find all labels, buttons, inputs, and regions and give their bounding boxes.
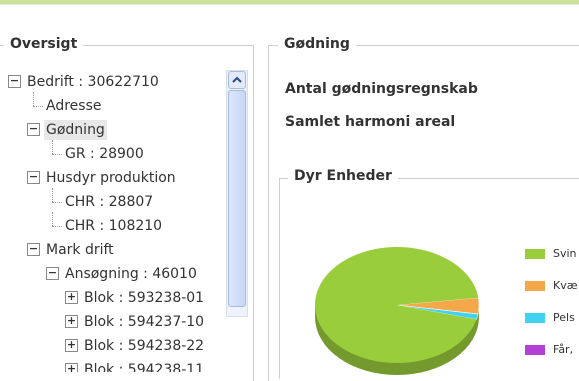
tree-connector [52, 226, 62, 227]
tree-connector [52, 140, 53, 154]
tree-node[interactable]: − Gødning [6, 120, 226, 140]
tree-node-label[interactable]: Blok : 594238-11 [82, 360, 206, 372]
fertilizer-accounts-label: Antal gødningsregnskab [285, 81, 478, 97]
tree-node[interactable]: − Ansøgning : 46010 [6, 264, 226, 284]
collapse-icon[interactable]: − [27, 123, 40, 136]
scroll-up-button[interactable] [228, 71, 246, 89]
animal-units-pie-chart [315, 246, 480, 375]
collapse-icon[interactable]: − [27, 243, 40, 256]
overview-title: Oversigt [4, 36, 84, 52]
tree-connector [52, 212, 53, 226]
tree-node[interactable]: − Bedrift : 30622710 [6, 72, 226, 92]
legend-swatch [525, 249, 545, 259]
top-divider [0, 4, 579, 5]
tree-node[interactable]: + Blok : 594237-10 [6, 312, 226, 332]
legend-swatch [525, 313, 545, 323]
expand-icon[interactable]: + [65, 291, 78, 304]
tree-node-label[interactable]: CHR : 108210 [63, 216, 164, 236]
tree-node-label[interactable]: CHR : 28807 [63, 192, 155, 212]
harmony-area-label: Samlet harmoni areal [285, 114, 456, 130]
legend-swatch [525, 345, 545, 355]
tree-node-label[interactable]: GR : 28900 [63, 144, 146, 164]
scroll-thumb[interactable] [228, 90, 246, 307]
tree-node[interactable]: − Husdyr produktion [6, 168, 226, 188]
tree-node-label[interactable]: Mark drift [44, 240, 116, 260]
fertilizer-title: Gødning [278, 36, 356, 52]
animal-units-title: Dyr Enheder [288, 168, 398, 184]
tree-node-label[interactable]: Blok : 594237-10 [82, 312, 206, 332]
collapse-icon[interactable]: − [46, 267, 59, 280]
expand-icon[interactable]: + [65, 363, 78, 372]
tree-node-label[interactable]: Adresse [44, 96, 103, 116]
tree-node-label[interactable]: Bedrift : 30622710 [25, 72, 161, 92]
tree-node[interactable]: − Mark drift [6, 240, 226, 260]
overview-tree[interactable]: − Bedrift : 30622710 Adresse − Gødning GR : 2… [6, 72, 226, 372]
legend-swatch [525, 281, 545, 291]
legend-label: Svin [553, 247, 577, 260]
chevron-up-icon [232, 76, 242, 83]
tree-node[interactable]: GR : 28900 [6, 140, 226, 164]
tree-node[interactable]: + Blok : 594238-22 [6, 336, 226, 356]
tree-node[interactable]: + Blok : 594238-11 [6, 360, 226, 372]
tree-node[interactable]: Adresse [6, 92, 226, 116]
tree-connector [52, 188, 53, 202]
tree-node[interactable]: CHR : 108210 [6, 212, 226, 236]
tree-connector [33, 92, 34, 106]
collapse-icon[interactable]: − [8, 75, 21, 88]
expand-icon[interactable]: + [65, 339, 78, 352]
legend-label: Kvæ [553, 279, 578, 292]
expand-icon[interactable]: + [65, 315, 78, 328]
tree-node-label[interactable]: Blok : 594238-22 [82, 336, 206, 356]
legend-label: Får, [553, 343, 574, 356]
tree-node-label[interactable]: Husdyr produktion [44, 168, 178, 188]
tree-connector [52, 154, 62, 155]
tree-node-label[interactable]: Blok : 593238-01 [82, 288, 206, 308]
collapse-icon[interactable]: − [27, 171, 40, 184]
tree-connector [52, 202, 62, 203]
tree-node[interactable]: + Blok : 593238-01 [6, 288, 226, 308]
tree-node-label[interactable]: Ansøgning : 46010 [63, 264, 199, 284]
tree-node-label[interactable]: Gødning [44, 120, 107, 140]
legend-label: Pels [553, 311, 575, 324]
tree-node[interactable]: CHR : 28807 [6, 188, 226, 212]
tree-connector [33, 106, 43, 107]
